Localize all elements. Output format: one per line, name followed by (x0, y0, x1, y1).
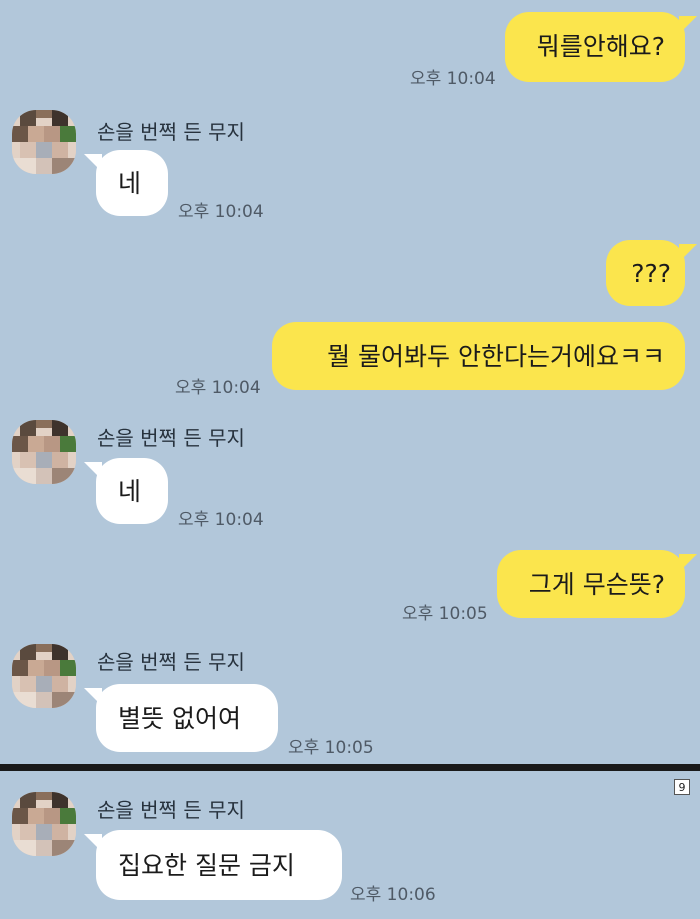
contact-name: 손을 번쩍 든 무지 (97, 426, 245, 450)
message-time: 오후 10:05 (402, 604, 488, 624)
message-text: 그게 무슨뜻? (528, 570, 665, 599)
avatar-image (12, 644, 76, 708)
message-bubble-received[interactable]: 집요한 질문 금지 (84, 830, 342, 900)
message-time: 오후 10:06 (350, 885, 436, 905)
message-bubble-received[interactable]: 별뜻 없어여 (84, 684, 278, 752)
contact-avatar[interactable] (12, 644, 76, 708)
screenshot-divider (0, 764, 700, 771)
avatar-image (12, 792, 76, 856)
message-text: 뭐를안해요? (536, 32, 665, 61)
message-text: 뭘 물어봐두 안한다는거에요ㅋㅋ (327, 342, 665, 371)
message-time: 오후 10:05 (288, 738, 374, 758)
message-text: ??? (631, 259, 671, 288)
message-time: 오후 10:04 (175, 378, 261, 398)
message-text: 집요한 질문 금지 (118, 851, 295, 880)
message-bubble-received[interactable]: 네 (84, 458, 168, 524)
message-text: 별뜻 없어여 (118, 704, 241, 733)
avatar-image (12, 420, 76, 484)
contact-avatar[interactable] (12, 420, 76, 484)
page-number-badge: 9 (674, 779, 690, 795)
avatar-image (12, 110, 76, 174)
contact-avatar[interactable] (12, 110, 76, 174)
message-time: 오후 10:04 (178, 202, 264, 222)
message-bubble-sent[interactable]: 뭘 물어봐두 안한다는거에요ㅋㅋ (272, 322, 685, 390)
contact-avatar[interactable] (12, 792, 76, 856)
chat-screen: 뭐를안해요? 오후 10:04 손을 번쩍 든 무지 네 오후 10:04 ??… (0, 0, 700, 919)
contact-name: 손을 번쩍 든 무지 (97, 120, 245, 144)
message-bubble-sent[interactable]: ??? (606, 240, 697, 306)
contact-name: 손을 번쩍 든 무지 (97, 650, 245, 674)
message-time: 오후 10:04 (410, 69, 496, 89)
message-text: 네 (118, 477, 142, 506)
message-bubble-received[interactable]: 네 (84, 150, 168, 216)
message-time: 오후 10:04 (178, 510, 264, 530)
message-bubble-sent[interactable]: 그게 무슨뜻? (497, 550, 697, 618)
contact-name: 손을 번쩍 든 무지 (97, 798, 245, 822)
message-bubble-sent[interactable]: 뭐를안해요? (505, 12, 697, 82)
message-text: 네 (118, 169, 142, 198)
